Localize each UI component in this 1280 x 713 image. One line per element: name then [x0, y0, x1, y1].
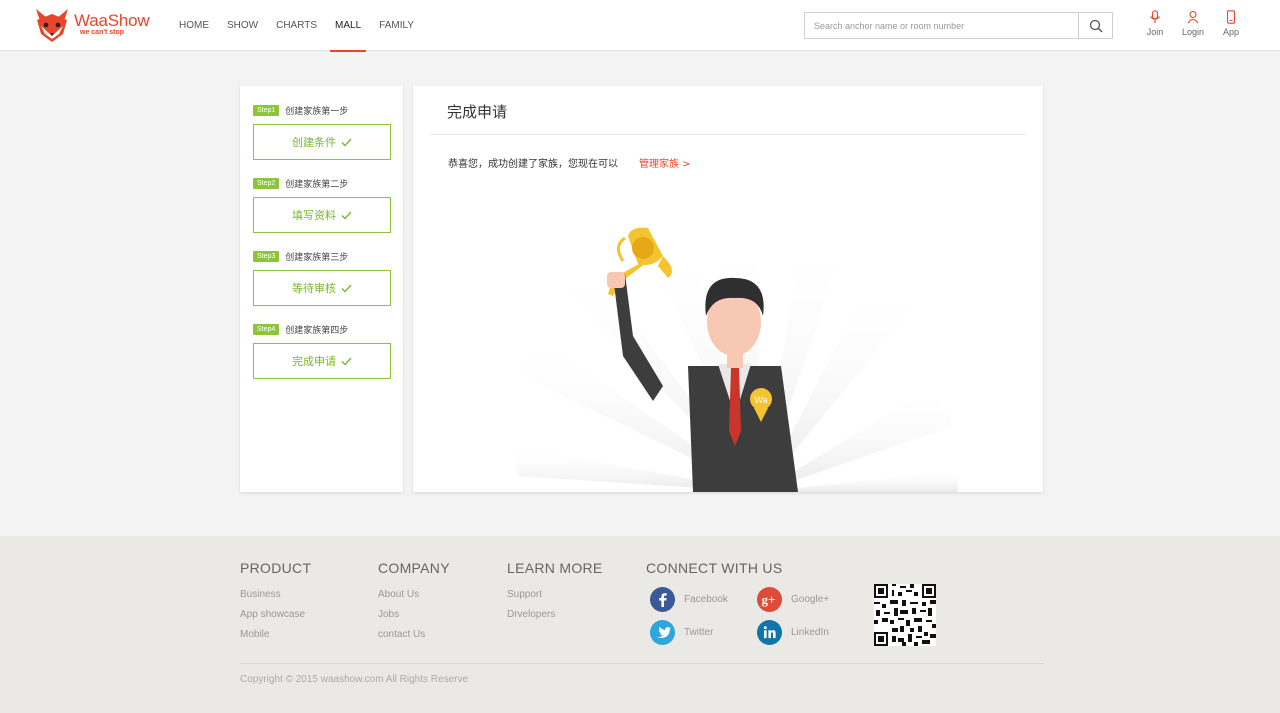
page-title: 完成申请: [447, 103, 508, 121]
user-icon: [1187, 10, 1199, 24]
step-title: 创建家族第二步: [285, 179, 349, 190]
linkedin-link[interactable]: LinkedIn: [757, 620, 829, 645]
linkedin-icon: [757, 620, 782, 645]
googleplus-label: Google+: [791, 594, 830, 605]
steps-panel: Step1 创建家族第一步 创建条件 Step2 创建家族第二步 填写资料 St…: [240, 86, 403, 492]
footer: PRODUCT Business App showcase Mobile COM…: [0, 536, 1280, 713]
step-1: Step1 创建家族第一步 创建条件: [253, 103, 392, 160]
search-icon: [1089, 19, 1102, 32]
footer-col-company: COMPANY About Us Jobs contact Us: [378, 560, 450, 640]
app-button[interactable]: App: [1212, 10, 1250, 37]
footer-link-app-showcase[interactable]: App showcase: [240, 609, 311, 620]
step-4-button[interactable]: 完成申请: [253, 343, 391, 379]
step-2: Step2 创建家族第二步 填写资料: [253, 176, 392, 233]
brand-tagline: we can't stop: [80, 29, 125, 36]
facebook-icon: [650, 587, 675, 612]
check-icon: [341, 357, 352, 365]
success-message: 恭喜您，成功创建了家族，您现在可以: [448, 159, 618, 170]
footer-link-support[interactable]: Support: [507, 589, 603, 600]
top-header: WaaShow we can't stop HOME SHOW CHARTS M…: [0, 0, 1280, 52]
step-badge: Step4: [253, 323, 280, 335]
footer-col-product: PRODUCT Business App showcase Mobile: [240, 560, 311, 640]
fox-logo-icon: [36, 9, 68, 42]
footer-link-about[interactable]: About Us: [378, 589, 450, 600]
nav-family[interactable]: FAMILY: [370, 0, 423, 51]
step-badge: Step1: [253, 104, 280, 116]
step-label: 创建条件: [292, 136, 336, 149]
check-icon: [341, 284, 352, 292]
nav-home[interactable]: HOME: [170, 0, 218, 51]
step-badge: Step2: [253, 177, 280, 189]
nav-charts[interactable]: CHARTS: [267, 0, 326, 51]
footer-heading: LEARN MORE: [507, 560, 603, 576]
twitter-label: Twitter: [684, 627, 714, 638]
check-icon: [341, 138, 352, 146]
twitter-icon: [650, 620, 675, 645]
join-label: Join: [1146, 27, 1164, 37]
linkedin-label: LinkedIn: [791, 627, 829, 638]
check-icon: [341, 211, 352, 219]
nav-mall[interactable]: MALL: [326, 0, 370, 52]
step-label: 填写资料: [292, 209, 336, 222]
step-title: 创建家族第三步: [285, 252, 349, 263]
step-label: 等待审核: [292, 282, 336, 295]
footer-link-contact[interactable]: contact Us: [378, 629, 450, 640]
copyright-text: Copyright © 2015 waashow.com All Rights …: [240, 674, 469, 685]
qr-code-icon: [874, 584, 936, 646]
phone-icon: [1226, 10, 1236, 24]
medal-text: Wa: [754, 395, 767, 405]
facebook-label: Facebook: [684, 594, 728, 605]
login-label: Login: [1181, 27, 1205, 37]
title-divider: [430, 134, 1026, 135]
footer-heading: COMPANY: [378, 560, 450, 576]
footer-heading: PRODUCT: [240, 560, 312, 576]
trophy-winner-illustration: Wa: [513, 226, 958, 492]
step-label: 完成申请: [292, 355, 336, 368]
googleplus-link[interactable]: g+ Google+: [757, 587, 829, 612]
search-bar: [804, 12, 1113, 39]
step-2-button[interactable]: 填写资料: [253, 197, 391, 233]
facebook-link[interactable]: Facebook: [650, 587, 728, 612]
step-1-button[interactable]: 创建条件: [253, 124, 391, 160]
footer-col-learn: LEARN MORE Support Drvelopers: [507, 560, 603, 620]
footer-link-jobs[interactable]: Jobs: [378, 609, 450, 620]
main-nav: HOME SHOW CHARTS MALL FAMILY: [170, 0, 423, 52]
footer-col-connect: CONNECT WITH US: [646, 560, 782, 576]
footer-heading: CONNECT WITH US: [646, 560, 783, 576]
microphone-icon: [1150, 10, 1160, 23]
search-button[interactable]: [1078, 13, 1112, 38]
logo[interactable]: WaaShow we can't stop: [33, 6, 150, 44]
nav-show[interactable]: SHOW: [218, 0, 267, 51]
step-title: 创建家族第四步: [285, 325, 349, 336]
main-panel: 完成申请 恭喜您，成功创建了家族，您现在可以 管理家族 > Wa: [413, 86, 1043, 492]
footer-link-business[interactable]: Business: [240, 589, 311, 600]
brand-name: WaaShow: [74, 11, 150, 30]
top-actions: Join Login App: [1136, 10, 1250, 37]
search-input[interactable]: [805, 13, 1079, 38]
footer-divider: [240, 663, 1044, 664]
manage-family-link[interactable]: 管理家族 >: [639, 155, 691, 170]
step-3: Step3 创建家族第三步 等待审核: [253, 249, 392, 306]
step-title: 创建家族第一步: [285, 106, 349, 117]
googleplus-icon: g+: [757, 587, 782, 612]
twitter-link[interactable]: Twitter: [650, 620, 713, 645]
app-label: App: [1222, 27, 1239, 37]
join-button[interactable]: Join: [1136, 10, 1174, 37]
login-button[interactable]: Login: [1174, 10, 1212, 37]
step-3-button[interactable]: 等待审核: [253, 270, 391, 306]
step-4: Step4 创建家族第四步 完成申请: [253, 322, 392, 379]
footer-link-developers[interactable]: Drvelopers: [507, 609, 603, 620]
footer-link-mobile[interactable]: Mobile: [240, 629, 311, 640]
svg-text:g+: g+: [762, 592, 776, 607]
step-badge: Step3: [253, 250, 280, 262]
